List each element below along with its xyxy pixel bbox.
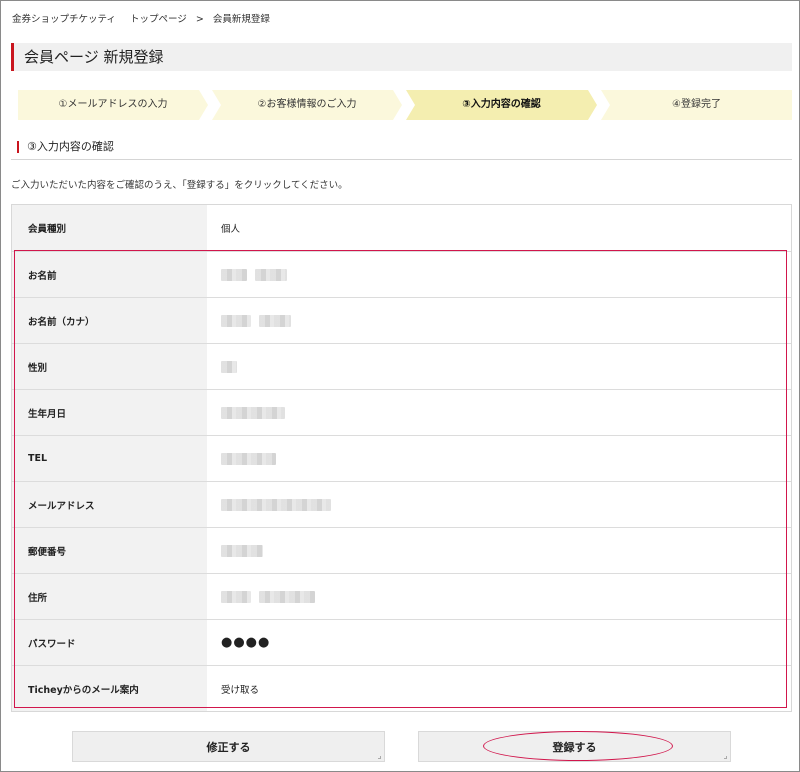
progress-steps: ①メールアドレスの入力 ②お客様情報のご入力 ③入力内容の確認 ④登録完了 xyxy=(18,90,792,120)
row-value-gender xyxy=(207,344,791,389)
redacted-text xyxy=(221,314,251,327)
redacted-text xyxy=(255,268,287,281)
button-corner-mark xyxy=(378,756,381,759)
table-row: 会員種別 個人 xyxy=(12,205,791,251)
register-button-label: 登録する xyxy=(552,740,597,754)
breadcrumb-current: 会員新規登録 xyxy=(212,14,270,25)
intro-text: ご入力いただいた内容をご確認のうえ、「登録する」をクリックしてください。 xyxy=(11,180,348,191)
row-label: 会員種別 xyxy=(12,205,207,251)
breadcrumb-site-link[interactable]: 金券ショップチケッティ xyxy=(12,14,116,25)
page-title: 会員ページ 新規登録 xyxy=(11,43,792,71)
row-label: 生年月日 xyxy=(12,390,207,435)
redacted-text xyxy=(221,544,263,557)
table-row: Ticheyからのメール案内 受け取る xyxy=(12,665,791,711)
row-value-email xyxy=(207,482,791,527)
redacted-text xyxy=(259,590,315,603)
row-label: メールアドレス xyxy=(12,482,207,527)
row-label: パスワード xyxy=(12,620,207,665)
row-label: お名前 xyxy=(12,252,207,297)
row-label: お名前（カナ） xyxy=(12,298,207,343)
table-row: お名前（カナ） xyxy=(12,297,791,343)
table-row: メールアドレス xyxy=(12,481,791,527)
redacted-text xyxy=(221,590,251,603)
redacted-text xyxy=(221,498,331,511)
row-value-birthdate xyxy=(207,390,791,435)
edit-button[interactable]: 修正する xyxy=(72,731,385,762)
row-value-name xyxy=(207,252,791,297)
redacted-text xyxy=(221,452,276,465)
table-row: お名前 xyxy=(12,251,791,297)
edit-button-label: 修正する xyxy=(206,740,251,754)
row-value-address xyxy=(207,574,791,619)
table-row: 郵便番号 xyxy=(12,527,791,573)
table-row: 生年月日 xyxy=(12,389,791,435)
step-complete: ④登録完了 xyxy=(601,90,792,120)
step-confirm: ③入力内容の確認 xyxy=(406,90,597,120)
redacted-text xyxy=(221,360,237,373)
row-value-name-kana xyxy=(207,298,791,343)
row-value-tel xyxy=(207,436,791,481)
section-title: ③入力内容の確認 xyxy=(27,140,114,153)
row-label: Ticheyからのメール案内 xyxy=(12,666,207,711)
breadcrumb-top-link[interactable]: トップページ xyxy=(130,14,187,25)
section-header: ③入力内容の確認 xyxy=(11,140,792,160)
redacted-text xyxy=(221,268,247,281)
button-corner-mark xyxy=(724,756,727,759)
row-label: 住所 xyxy=(12,574,207,619)
table-row: 性別 xyxy=(12,343,791,389)
breadcrumb: 金券ショップチケッティ トップページ > 会員新規登録 xyxy=(12,11,270,25)
row-label: 性別 xyxy=(12,344,207,389)
step-email-input: ①メールアドレスの入力 xyxy=(18,90,208,120)
redacted-text xyxy=(259,314,291,327)
table-row: パスワード ●●●● xyxy=(12,619,791,665)
table-row: TEL xyxy=(12,435,791,481)
row-label: 郵便番号 xyxy=(12,528,207,573)
row-value-postal-code xyxy=(207,528,791,573)
row-label: TEL xyxy=(12,436,207,481)
confirmation-table: 会員種別 個人 お名前 お名前（カナ） 性別 生年月日 TEL メールアドレス … xyxy=(11,204,792,712)
register-button[interactable]: 登録する xyxy=(418,731,731,762)
table-row: 住所 xyxy=(12,573,791,619)
step-customer-info: ②お客様情報のご入力 xyxy=(212,90,402,120)
breadcrumb-separator: > xyxy=(195,14,204,25)
row-value-password: ●●●● xyxy=(207,620,791,665)
row-value-member-type: 個人 xyxy=(207,205,791,251)
redacted-text xyxy=(221,406,285,419)
section-accent-bar xyxy=(17,141,19,153)
row-value-mail-preference: 受け取る xyxy=(207,666,791,711)
